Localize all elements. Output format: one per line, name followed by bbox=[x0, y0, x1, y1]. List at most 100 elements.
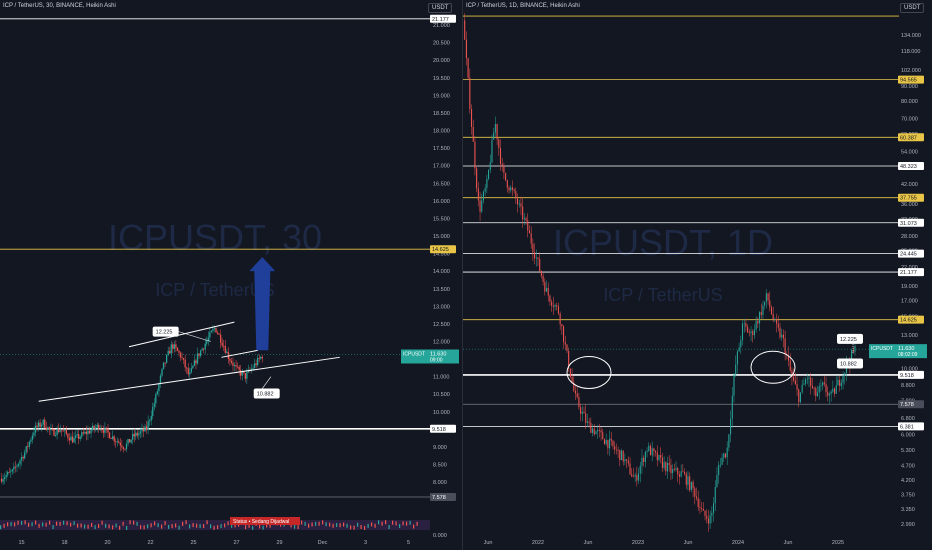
candle-body[interactable] bbox=[136, 432, 138, 436]
candle-body[interactable] bbox=[260, 356, 262, 359]
candle-body[interactable] bbox=[532, 243, 534, 253]
candle-body[interactable] bbox=[27, 446, 29, 448]
candle-body[interactable] bbox=[757, 320, 759, 324]
candle-body[interactable] bbox=[672, 469, 674, 474]
candle-body[interactable] bbox=[711, 512, 713, 516]
candle-body[interactable] bbox=[576, 393, 578, 398]
candle-body[interactable] bbox=[48, 427, 51, 430]
candle-body[interactable] bbox=[598, 429, 600, 431]
candle-body[interactable] bbox=[678, 474, 681, 477]
candle-body[interactable] bbox=[116, 441, 118, 443]
candle-body[interactable] bbox=[204, 343, 206, 350]
candle-body[interactable] bbox=[699, 507, 701, 509]
candle-body[interactable] bbox=[741, 323, 744, 341]
candle-body[interactable] bbox=[685, 473, 687, 485]
candle-body[interactable] bbox=[605, 440, 607, 445]
candle-body[interactable] bbox=[147, 421, 149, 430]
candle-body[interactable] bbox=[488, 170, 490, 179]
candle-body[interactable] bbox=[813, 387, 815, 389]
candle-body[interactable] bbox=[721, 457, 723, 465]
candle-body[interactable] bbox=[690, 482, 692, 491]
candle-body[interactable] bbox=[675, 468, 677, 470]
candle-body[interactable] bbox=[612, 440, 614, 447]
candle-body[interactable] bbox=[226, 351, 228, 353]
candle-body[interactable] bbox=[735, 364, 737, 375]
candle-body[interactable] bbox=[646, 450, 648, 452]
candle-body[interactable] bbox=[10, 471, 12, 473]
candle-body[interactable] bbox=[728, 434, 730, 448]
candle-body[interactable] bbox=[637, 473, 640, 481]
candle-body[interactable] bbox=[498, 139, 500, 148]
candle-body[interactable] bbox=[614, 446, 616, 450]
candle-body[interactable] bbox=[164, 362, 166, 364]
candle-body[interactable] bbox=[41, 424, 43, 427]
candle-body[interactable] bbox=[141, 428, 143, 432]
candle-body[interactable] bbox=[665, 462, 667, 472]
candle-body[interactable] bbox=[189, 372, 191, 375]
candle-body[interactable] bbox=[2, 479, 4, 482]
candle-body[interactable] bbox=[590, 422, 592, 433]
candle-body[interactable] bbox=[184, 359, 186, 368]
candle-body[interactable] bbox=[779, 327, 781, 338]
candle-body[interactable] bbox=[554, 305, 556, 307]
candle-body[interactable] bbox=[65, 430, 67, 434]
candle-body[interactable] bbox=[760, 312, 762, 315]
candle-body[interactable] bbox=[172, 344, 174, 349]
candle-body[interactable] bbox=[128, 439, 131, 443]
candle-body[interactable] bbox=[781, 334, 783, 338]
candle-body[interactable] bbox=[22, 456, 24, 459]
candle-body[interactable] bbox=[740, 340, 742, 348]
candle-body[interactable] bbox=[542, 275, 544, 282]
candle-body[interactable] bbox=[574, 390, 577, 394]
candle-body[interactable] bbox=[697, 498, 699, 508]
candle-body[interactable] bbox=[145, 426, 148, 430]
candle-body[interactable] bbox=[655, 451, 657, 453]
candle-body[interactable] bbox=[476, 168, 478, 189]
candle-body[interactable] bbox=[682, 471, 684, 473]
candle-body[interactable] bbox=[588, 421, 590, 423]
candle-body[interactable] bbox=[827, 392, 829, 396]
candle-body[interactable] bbox=[113, 436, 115, 442]
candle-body[interactable] bbox=[527, 220, 529, 231]
candle-body[interactable] bbox=[687, 476, 689, 485]
candle-body[interactable] bbox=[701, 508, 703, 509]
candle-body[interactable] bbox=[122, 447, 125, 449]
candle-body[interactable] bbox=[190, 368, 192, 373]
candle-body[interactable] bbox=[68, 437, 71, 441]
candle-body[interactable] bbox=[559, 313, 561, 325]
candle-body[interactable] bbox=[564, 342, 566, 345]
candle-body[interactable] bbox=[481, 200, 483, 212]
candle-body[interactable] bbox=[626, 459, 628, 461]
candle-body[interactable] bbox=[503, 165, 505, 173]
candle-body[interactable] bbox=[110, 438, 112, 439]
candle-body[interactable] bbox=[238, 366, 240, 371]
candle-body[interactable] bbox=[549, 295, 551, 302]
candle-body[interactable] bbox=[670, 464, 672, 474]
candle-body[interactable] bbox=[680, 471, 682, 477]
candle-body[interactable] bbox=[528, 230, 531, 234]
candle-body[interactable] bbox=[153, 403, 155, 407]
candle-body[interactable] bbox=[130, 439, 132, 443]
candle-body[interactable] bbox=[124, 448, 126, 450]
candle-body[interactable] bbox=[236, 366, 239, 368]
candle-body[interactable] bbox=[629, 463, 631, 475]
candle-body[interactable] bbox=[176, 347, 179, 351]
candle-body[interactable] bbox=[796, 384, 798, 390]
candle-body[interactable] bbox=[71, 436, 74, 443]
candle-body[interactable] bbox=[767, 293, 769, 301]
candle-body[interactable] bbox=[714, 486, 716, 504]
candle-body[interactable] bbox=[64, 430, 66, 431]
candle-body[interactable] bbox=[622, 450, 624, 462]
candle-body[interactable] bbox=[656, 452, 658, 461]
candle-body[interactable] bbox=[801, 384, 803, 393]
candle-body[interactable] bbox=[753, 329, 755, 336]
candle-body[interactable] bbox=[540, 270, 542, 276]
candle-body[interactable] bbox=[615, 449, 617, 451]
candle-body[interactable] bbox=[770, 307, 773, 315]
candle-body[interactable] bbox=[150, 416, 152, 421]
candle-body[interactable] bbox=[581, 411, 583, 414]
candle-body[interactable] bbox=[706, 515, 708, 519]
candle-body[interactable] bbox=[569, 368, 571, 378]
candle-body[interactable] bbox=[121, 445, 123, 448]
candle-body[interactable] bbox=[832, 388, 834, 392]
